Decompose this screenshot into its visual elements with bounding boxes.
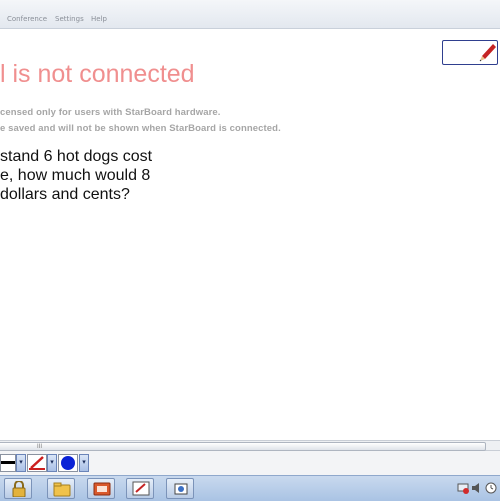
presentation-button[interactable] bbox=[87, 478, 115, 499]
line-style-button[interactable] bbox=[0, 454, 16, 472]
fill-color-button[interactable] bbox=[58, 454, 78, 472]
pen-color-dropdown[interactable]: ▾ bbox=[47, 454, 57, 472]
line-style-dropdown[interactable]: ▾ bbox=[16, 454, 26, 472]
drawing-toolbar: ▾ ▾ ▾ bbox=[0, 451, 500, 476]
network-icon[interactable] bbox=[457, 482, 469, 494]
question-line-3: dollars and cents? bbox=[0, 186, 130, 203]
system-tray bbox=[437, 476, 500, 500]
fill-color-dropdown[interactable]: ▾ bbox=[79, 454, 89, 472]
question-line-2: e, how much would 8 bbox=[0, 167, 151, 184]
save-notice: e saved and will not be shown when StarB… bbox=[0, 123, 281, 134]
taskbar bbox=[0, 475, 500, 501]
scrollbar-thumb[interactable]: III bbox=[0, 442, 486, 451]
menu-settings[interactable]: Settings bbox=[55, 15, 84, 23]
license-notice: censed only for users with StarBoard har… bbox=[0, 107, 221, 118]
clock-icon[interactable] bbox=[485, 482, 497, 494]
whiteboard-canvas[interactable] bbox=[0, 29, 500, 440]
pen-color-icon bbox=[29, 456, 45, 470]
horizontal-scrollbar[interactable]: III bbox=[0, 440, 500, 451]
pen-color-button[interactable] bbox=[27, 454, 47, 472]
whiteboard-icon bbox=[132, 481, 150, 496]
presentation-icon bbox=[93, 482, 111, 496]
question-line-1: stand 6 hot dogs cost bbox=[0, 148, 153, 165]
menu-bar: Conference Settings Help bbox=[0, 0, 500, 29]
tools-icon bbox=[174, 483, 188, 495]
lock-button[interactable] bbox=[4, 478, 32, 499]
speaker-icon[interactable] bbox=[471, 482, 483, 494]
menu-conference[interactable]: Conference bbox=[7, 15, 47, 23]
menu-help[interactable]: Help bbox=[91, 15, 107, 23]
connection-warning-title: l is not connected bbox=[0, 60, 195, 88]
whiteboard-button[interactable] bbox=[126, 478, 154, 499]
lock-icon bbox=[12, 481, 26, 497]
folder-button[interactable] bbox=[47, 478, 75, 499]
scrollbar-grip: III bbox=[37, 444, 43, 450]
tools-button[interactable] bbox=[166, 478, 194, 499]
line-width-icon bbox=[1, 461, 15, 464]
fill-circle-icon bbox=[61, 456, 75, 470]
folder-icon bbox=[53, 482, 71, 497]
